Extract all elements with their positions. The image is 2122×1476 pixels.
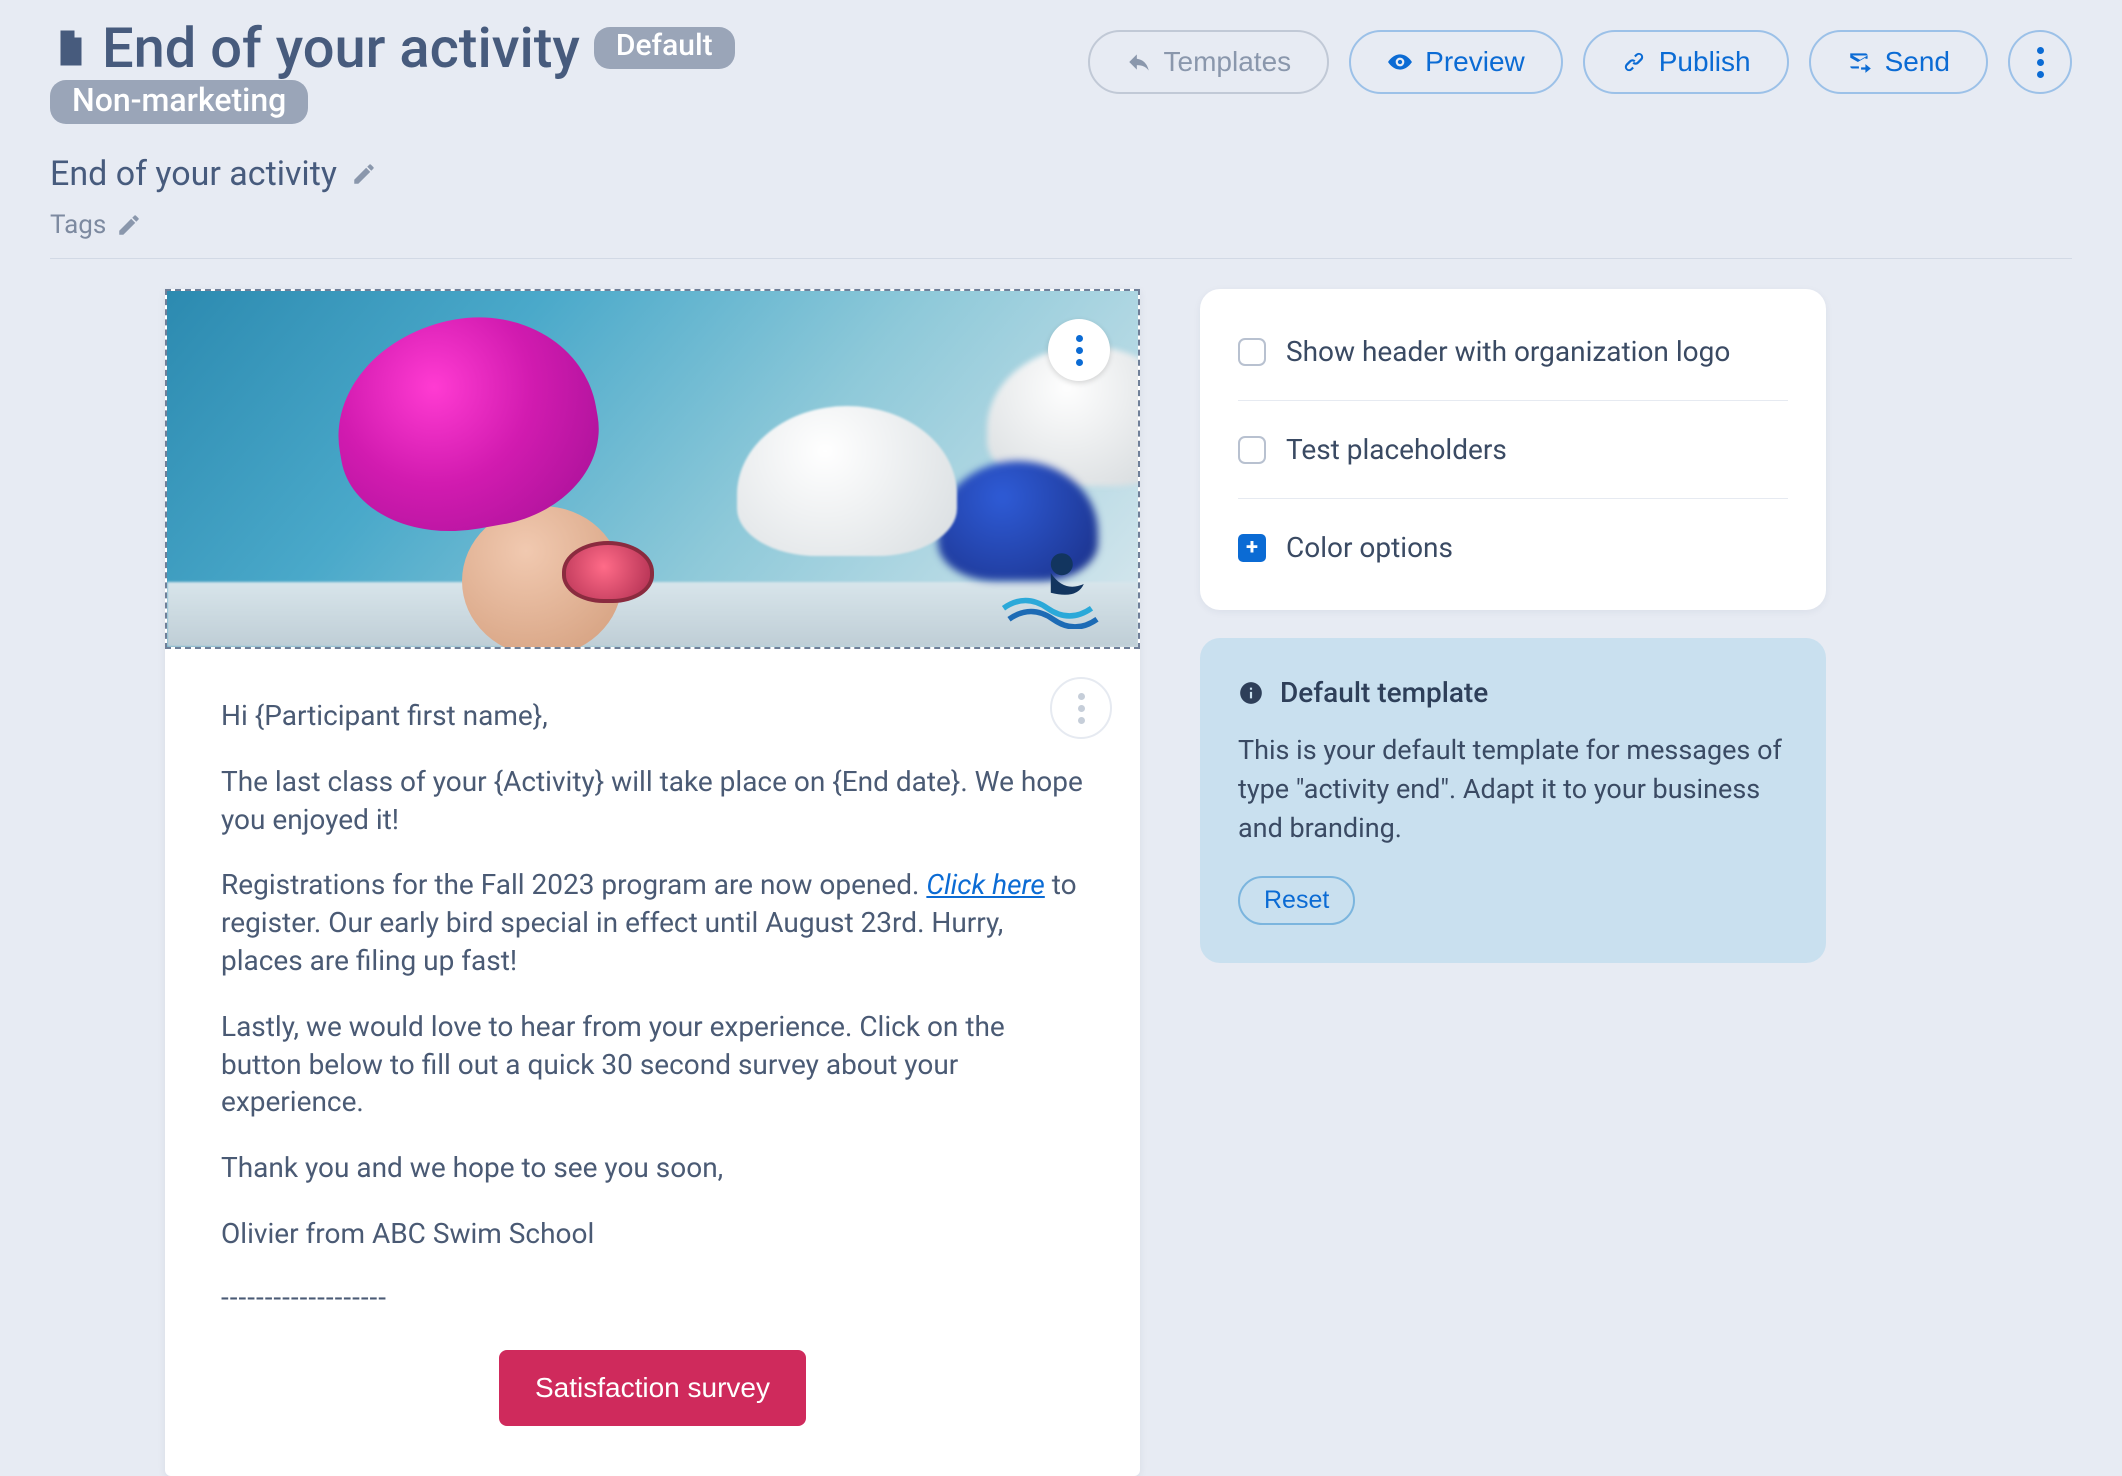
publish-button-label: Publish [1659,46,1751,78]
satisfaction-survey-button[interactable]: Satisfaction survey [499,1350,806,1426]
email-signature: Olivier from ABC Swim School [221,1215,1084,1253]
reset-button[interactable]: Reset [1238,876,1355,925]
edit-tags-icon[interactable] [116,212,142,238]
email-paragraph-2: Registrations for the Fall 2023 program … [221,866,1084,979]
page-title: End of your activity [50,20,580,76]
vertical-dots-icon [2037,47,2044,78]
options-panel: Show header with organization logo Test … [1200,289,1826,610]
info-body-text: This is your default template for messag… [1238,731,1788,848]
email-paragraph-1: The last class of your {Activity} will t… [221,763,1084,839]
email-divider: ------------------- [221,1281,1084,1314]
templates-button[interactable]: Templates [1088,30,1330,94]
color-options-label: Color options [1286,531,1453,564]
body-options-button[interactable] [1050,677,1112,739]
test-placeholders-checkbox[interactable] [1238,436,1266,464]
show-header-label: Show header with organization logo [1286,335,1730,368]
info-icon [1238,680,1264,706]
divider [1238,498,1788,499]
vertical-dots-icon [1078,693,1085,724]
preview-button-label: Preview [1425,46,1525,78]
email-thanks: Thank you and we hope to see you soon, [221,1149,1084,1187]
templates-button-label: Templates [1164,46,1292,78]
email-editor: Hi {Participant first name}, The last cl… [165,289,1140,1476]
divider [1238,400,1788,401]
document-icon [50,24,92,72]
more-actions-button[interactable] [2008,30,2072,94]
badge-non-marketing: Non-marketing [50,80,308,124]
click-here-link[interactable]: Click here [926,868,1044,901]
expand-color-options-button[interactable]: + [1238,534,1266,562]
default-template-info: Default template This is your default te… [1200,638,1826,963]
email-hero-image[interactable] [165,289,1140,649]
page-title-text: End of your activity [102,20,580,76]
send-button[interactable]: Send [1809,30,1988,94]
eye-icon [1387,49,1413,75]
tags-label: Tags [50,210,106,240]
template-name: End of your activity [50,154,337,194]
swim-logo-icon [998,539,1108,629]
back-arrow-icon [1126,49,1152,75]
publish-button[interactable]: Publish [1583,30,1789,94]
divider [50,258,2072,259]
link-icon [1621,49,1647,75]
edit-name-icon[interactable] [351,161,377,187]
test-placeholders-label: Test placeholders [1286,433,1507,466]
email-body[interactable]: Hi {Participant first name}, The last cl… [165,649,1140,1476]
preview-button[interactable]: Preview [1349,30,1563,94]
send-icon [1847,49,1873,75]
show-header-checkbox[interactable] [1238,338,1266,366]
vertical-dots-icon [1076,335,1083,366]
info-title-text: Default template [1280,676,1488,709]
badge-default: Default [594,27,735,69]
header-actions: Templates Preview Publish Send [1088,20,2072,94]
send-button-label: Send [1885,46,1950,78]
hero-options-button[interactable] [1048,319,1110,381]
email-greeting: Hi {Participant first name}, [221,697,1084,735]
email-paragraph-3: Lastly, we would love to hear from your … [221,1008,1084,1121]
